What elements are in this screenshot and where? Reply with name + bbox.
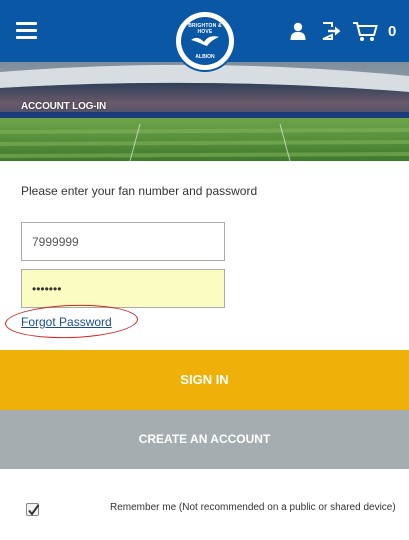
logout-icon[interactable] [322,22,342,40]
hamburger-menu-icon[interactable] [16,22,37,40]
forgot-password-link[interactable]: Forgot Password [21,315,112,329]
user-account-icon[interactable] [290,22,306,40]
fan-number-input[interactable] [21,222,225,261]
logo-text-bottom: ALBION [195,54,215,60]
shopping-cart-icon[interactable] [352,21,378,42]
remember-me-checkbox[interactable] [26,503,40,516]
club-crest-logo[interactable]: BRIGHTON & HOVE ALBION [174,10,236,72]
login-instructions: Please enter your fan number and passwor… [21,184,258,198]
seagull-icon [191,36,219,46]
page-title: ACCOUNT LOG-IN [21,101,106,112]
create-account-button[interactable]: CREATE AN ACCOUNT [0,410,409,469]
sign-in-button[interactable]: SIGN IN [0,350,409,410]
cart-count: 0 [388,23,397,40]
checkmark-icon [28,504,40,516]
stadium-banner: ACCOUNT LOG-IN [0,62,409,161]
remember-me-label: Remember me (Not recommended on a public… [110,502,396,513]
password-input[interactable] [21,269,225,308]
